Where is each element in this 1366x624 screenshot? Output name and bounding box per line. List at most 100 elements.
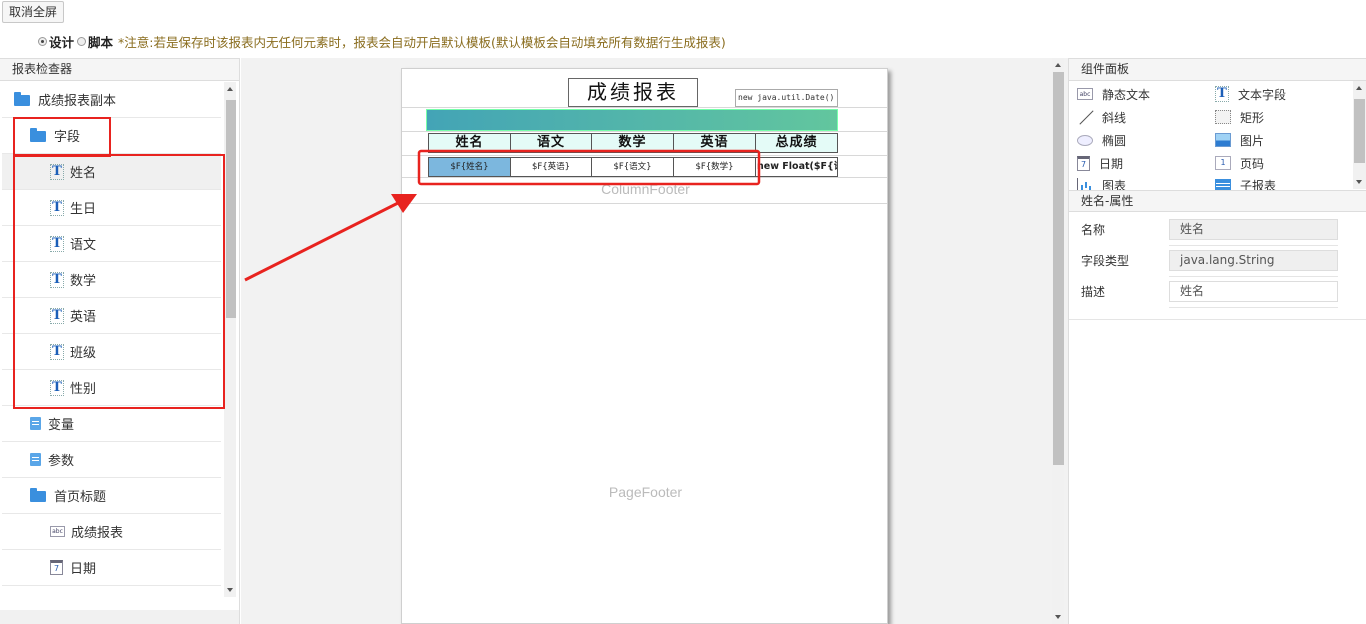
band-divider — [402, 131, 887, 132]
exit-fullscreen-button[interactable]: 取消全屏 — [2, 1, 65, 23]
calendar-icon: 7 — [1077, 155, 1090, 171]
component-label: 椭圆 — [1102, 133, 1127, 148]
template-note: *注意:若是保存时该报表内无任何元素时，报表会自动开启默认模板(默认模板会自动填… — [118, 34, 726, 50]
property-panel-divider — [1069, 319, 1366, 320]
component-label: 斜线 — [1102, 110, 1127, 125]
scrollbar-thumb[interactable] — [1354, 99, 1365, 163]
component-label: 图片 — [1240, 133, 1265, 148]
component-panel-title: 组件面板 — [1069, 59, 1366, 81]
tree-item-parameters[interactable]: 参数 — [2, 442, 221, 478]
column-header-english[interactable]: 英语 — [673, 133, 756, 153]
tree-item-field-math[interactable]: T 数学 — [2, 262, 221, 298]
tree-item-date[interactable]: 7 日期 — [2, 550, 221, 586]
inspector-horizontal-scrollbar[interactable] — [0, 610, 239, 624]
property-label: 描述 — [1081, 285, 1106, 299]
design-mode-label[interactable]: 设计 — [49, 32, 74, 51]
text-field-icon: T — [50, 271, 64, 288]
scroll-up-arrow-icon[interactable] — [1055, 63, 1061, 67]
property-label: 名称 — [1081, 223, 1106, 237]
header-gradient-bar[interactable] — [426, 109, 838, 131]
design-radio[interactable] — [38, 36, 47, 46]
component-static-text[interactable]: abc 静态文本 — [1077, 84, 1150, 104]
property-type-field[interactable]: java.lang.String — [1169, 250, 1338, 271]
column-header-math[interactable]: 数学 — [591, 133, 674, 153]
detail-field-name[interactable]: $F{姓名} — [428, 157, 511, 177]
tree-item-fields[interactable]: 字段 — [2, 118, 221, 154]
band-divider — [402, 203, 887, 204]
property-row-description: 描述 姓名 — [1069, 279, 1366, 310]
inspector-tree: 成绩报表副本 字段 T 姓名 T 生日 T 语文 T 数学 T 英语 T 班级 T 性别 变量… — [2, 82, 221, 586]
tree-item-variables[interactable]: 变量 — [2, 406, 221, 442]
text-field-icon: T — [1215, 86, 1229, 102]
detail-field-english[interactable]: $F{英语} — [510, 157, 592, 177]
report-title-text[interactable]: 成绩报表 — [568, 78, 698, 107]
tree-item-label: 成绩报表副本 — [38, 94, 117, 109]
tree-item-static-title[interactable]: abc 成绩报表 — [2, 514, 221, 550]
script-radio[interactable] — [77, 36, 87, 46]
scroll-up-arrow-icon[interactable] — [227, 87, 233, 91]
property-panel-title: 姓名-属性 — [1069, 190, 1366, 212]
line-icon — [1077, 110, 1093, 124]
text-field-icon: T — [50, 379, 64, 396]
tree-item-label: 生日 — [70, 202, 97, 217]
tree-item-field-class[interactable]: T 班级 — [2, 334, 221, 370]
detail-field-math[interactable]: $F{数学} — [673, 157, 756, 177]
component-date[interactable]: 7 日期 — [1077, 153, 1123, 173]
band-divider — [402, 177, 887, 178]
property-divider — [1169, 245, 1338, 246]
text-field-icon: T — [50, 307, 64, 324]
scroll-down-arrow-icon[interactable] — [1356, 180, 1362, 184]
calendar-icon: 7 — [50, 560, 63, 575]
component-page-number[interactable]: 1 页码 — [1215, 153, 1264, 173]
tree-item-label: 语文 — [70, 238, 97, 253]
tree-item-title-band[interactable]: 首页标题 — [2, 478, 221, 514]
property-divider — [1169, 307, 1338, 308]
tree-item-label: 变量 — [48, 418, 75, 433]
column-header-name[interactable]: 姓名 — [428, 133, 511, 153]
scroll-up-arrow-icon[interactable] — [1356, 86, 1362, 90]
tree-item-report-copy[interactable]: 成绩报表副本 — [2, 82, 221, 118]
tree-item-label: 英语 — [70, 310, 97, 325]
static-text-icon: abc — [50, 526, 65, 537]
script-mode-label[interactable]: 脚本 — [88, 32, 113, 51]
page-footer-label: PageFooter — [608, 484, 683, 500]
document-icon — [30, 417, 41, 430]
component-rectangle[interactable]: 矩形 — [1215, 107, 1264, 127]
component-text-field[interactable]: T 文本字段 — [1215, 84, 1286, 104]
tree-item-field-name[interactable]: T 姓名 — [2, 154, 221, 190]
tree-item-field-english[interactable]: T 英语 — [2, 298, 221, 334]
detail-field-total[interactable]: new Float($F{语 — [755, 157, 838, 177]
band-divider — [402, 155, 887, 156]
canvas-vertical-scrollbar[interactable] — [1052, 58, 1064, 624]
property-name-field[interactable]: 姓名 — [1169, 219, 1338, 240]
text-field-icon: T — [50, 199, 64, 216]
component-vertical-scrollbar[interactable] — [1353, 81, 1366, 189]
report-page[interactable]: 成绩报表 new java.util.Date() 姓名 语文 数学 英语 总成… — [401, 68, 888, 624]
scroll-down-arrow-icon[interactable] — [227, 588, 233, 592]
tree-item-label: 字段 — [54, 130, 81, 145]
tree-item-label: 数学 — [70, 274, 97, 289]
scrollbar-thumb[interactable] — [1053, 72, 1064, 465]
scroll-down-arrow-icon[interactable] — [1055, 615, 1061, 619]
text-field-icon: T — [50, 235, 64, 252]
inspector-vertical-scrollbar[interactable] — [224, 82, 236, 597]
component-label: 矩形 — [1240, 110, 1265, 125]
property-description-field[interactable]: 姓名 — [1169, 281, 1338, 302]
component-image[interactable]: 图片 — [1215, 130, 1264, 150]
column-footer-label: ColumnFooter — [601, 181, 690, 197]
tree-item-field-gender[interactable]: T 性别 — [2, 370, 221, 406]
detail-field-chinese[interactable]: $F{语文} — [591, 157, 674, 177]
scrollbar-thumb[interactable] — [226, 100, 236, 318]
right-panel: 组件面板 abc 静态文本 T 文本字段 斜线 矩形 椭圆 图片 7 日期 1 页码 图… — [1068, 58, 1366, 624]
component-line[interactable]: 斜线 — [1077, 107, 1126, 127]
tree-item-field-birthday[interactable]: T 生日 — [2, 190, 221, 226]
component-ellipse[interactable]: 椭圆 — [1077, 130, 1126, 150]
tree-item-field-chinese[interactable]: T 语文 — [2, 226, 221, 262]
inspector-title: 报表检查器 — [0, 59, 239, 81]
text-field-icon: T — [50, 343, 64, 360]
column-header-total[interactable]: 总成绩 — [755, 133, 838, 153]
tree-item-label: 姓名 — [70, 166, 97, 181]
column-header-chinese[interactable]: 语文 — [510, 133, 592, 153]
date-expression-field[interactable]: new java.util.Date() — [735, 89, 838, 107]
tree-item-label: 参数 — [48, 454, 75, 469]
